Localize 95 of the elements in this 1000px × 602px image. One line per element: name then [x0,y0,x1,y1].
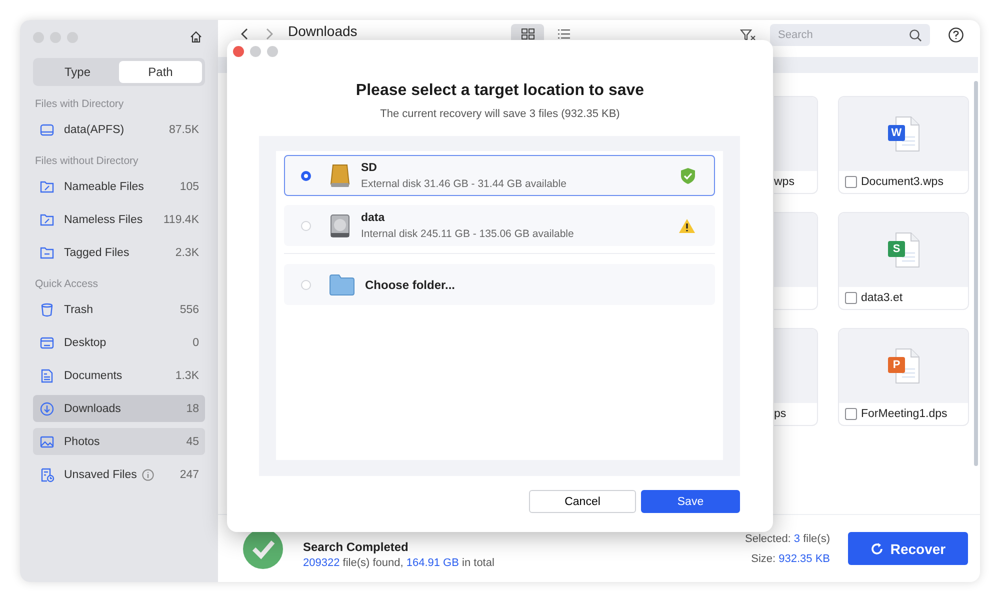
item-count: 45 [186,436,199,448]
sidebar-item[interactable]: Unsaved Files 247 [33,461,205,488]
item-count: 2.3K [175,246,199,258]
forward-icon[interactable] [264,27,274,41]
location-name: SD [361,162,378,174]
file-icon [886,115,922,153]
file-card[interactable]: P ForMeeting1.dps [838,328,969,426]
item-label: Nameless Files [64,214,143,226]
status-summary: 209322 file(s) found, 164.91 GB in total [303,557,494,569]
file-name: wps [774,176,794,188]
item-label: Photos [64,436,100,448]
item-count: 1.3K [175,370,199,382]
home-icon[interactable] [189,30,203,44]
sidebar-tab[interactable]: Path [119,61,202,83]
save-button[interactable]: Save [641,490,740,513]
folder-icon [329,274,355,296]
refresh-icon [870,542,884,556]
filter-icon[interactable] [740,28,756,42]
checkbox[interactable] [845,292,857,304]
file-type-letter: P [892,358,902,373]
dialog-subtitle: The current recovery will save 3 files (932.35 KB) [379,108,621,120]
scrollbar[interactable] [974,81,978,466]
item-label: Unsaved Files [64,468,137,480]
section-title: Quick Access [35,278,100,290]
close-button[interactable] [233,46,244,57]
file-type-letter: W [890,126,903,141]
document-icon [39,368,55,384]
sidebar-item[interactable]: Desktop 0 [33,329,205,356]
hard-drive-icon [329,214,351,238]
sidebar-item[interactable]: Documents 1.3K [33,362,205,389]
sidebar-item[interactable]: Photos 45 [33,428,205,455]
item-count: 247 [180,468,199,480]
sidebar-item[interactable]: Tagged Files 2.3K [33,239,205,266]
recover-button[interactable]: Recover [848,532,968,565]
item-label: Documents [64,370,122,382]
trash-icon [39,302,55,318]
file-icon [886,347,922,385]
checkbox[interactable] [845,176,857,188]
file-name: data3.et [861,292,903,304]
location-option[interactable]: data Internal disk 245.11 GB - 135.06 GB available [284,205,715,246]
folder-title: Downloads [288,24,358,38]
list-icon [556,28,570,40]
location-option[interactable]: Choose folder... [284,264,715,305]
selected-size: Size: 932.35 KB [750,552,830,564]
desktop-icon [39,334,55,350]
cancel-button[interactable]: Cancel [529,490,636,513]
section-title: Files without Directory [35,155,140,167]
info-icon[interactable] [142,468,154,480]
location-detail: External disk 31.46 GB - 31.44 GB available [361,178,568,190]
sidebar-item[interactable]: Downloads 18 [33,395,205,422]
status-title: Search Completed [303,540,410,554]
file-name: Document3.wps [861,176,944,188]
location-detail: Internal disk 245.11 GB - 135.06 GB available [361,228,575,240]
file-card[interactable]: S data3.et [838,212,969,310]
disk-icon [329,164,351,188]
sidebar-item[interactable]: data(APFS) 87.5K [33,116,205,143]
search-icon [909,29,922,42]
item-label: Desktop [64,336,106,348]
item-count: 556 [180,304,199,316]
location-name: data [361,212,386,224]
item-label: Nameable Files [64,180,144,192]
file-card[interactable]: wps [774,96,818,194]
file-card[interactable]: W Document3.wps [838,96,969,194]
file-icon [886,231,922,269]
item-label: Downloads [64,402,121,414]
item-count: 0 [192,336,199,348]
item-count: 18 [186,402,199,414]
drive-icon [39,122,55,138]
grid-icon [520,28,534,40]
section-title: Files with Directory [35,98,125,110]
sidebar-item[interactable]: Nameless Files 119.4K [33,206,205,233]
item-label: data(APFS) [64,124,124,136]
radio-button[interactable] [301,170,311,180]
help-icon[interactable] [948,27,964,43]
selected-count: Selected: 3 file(s) [745,532,830,544]
item-count: 87.5K [168,124,199,136]
item-label: Trash [64,304,93,316]
download-icon [39,400,55,416]
sidebar-item[interactable]: Trash 556 [33,296,205,323]
file-name: ps [774,408,786,420]
checkbox[interactable] [845,408,857,420]
location-name: Choose folder... [365,278,456,292]
file-type-letter: S [892,242,902,257]
sidebar-item[interactable]: Nameable Files 105 [33,173,205,200]
search-field[interactable]: Search [770,24,930,46]
item-label: Tagged Files [64,246,130,258]
location-option[interactable]: SD External disk 31.46 GB - 31.44 GB available [284,155,715,196]
item-count: 105 [180,180,199,192]
photo-icon [39,434,55,450]
file-card[interactable]: ps [774,328,818,426]
file-name: ForMeeting1.dps [861,408,948,420]
sidebar-tab[interactable]: Type [36,61,119,83]
item-count: 119.4K [163,214,199,226]
back-icon[interactable] [240,27,250,41]
dialog-title: Please select a target location to save [354,82,646,100]
